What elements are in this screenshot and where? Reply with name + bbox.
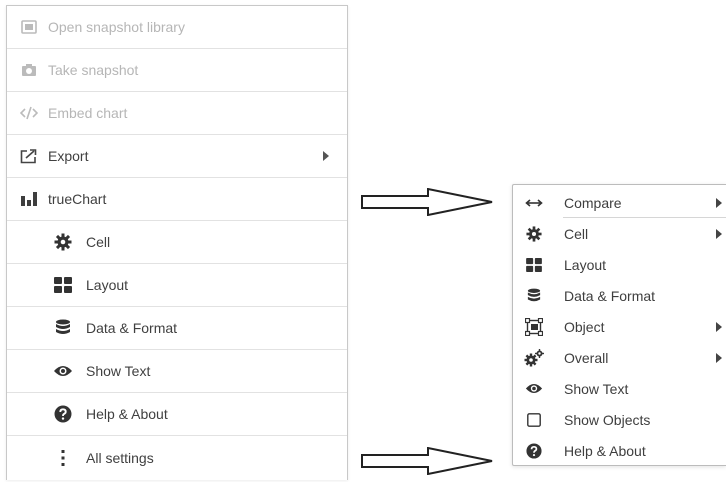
menu-item-label: Overall bbox=[564, 349, 609, 366]
truechart-item[interactable]: trueChart bbox=[7, 178, 347, 221]
gear-icon bbox=[53, 232, 73, 252]
menu-item-label: Layout bbox=[86, 277, 129, 293]
arrow-right-icon bbox=[361, 447, 493, 475]
overall-item[interactable]: Overall bbox=[513, 342, 726, 373]
layout-item[interactable]: Layout bbox=[513, 249, 726, 280]
grid-icon bbox=[53, 275, 73, 295]
menu-item-label: Export bbox=[48, 148, 89, 164]
truechart-submenu: Compare Cell Layout Data & Format Object… bbox=[512, 184, 726, 466]
arrows-horizontal-icon bbox=[524, 193, 544, 213]
menu-item-label: Layout bbox=[564, 256, 607, 273]
chevron-right-icon bbox=[716, 321, 722, 332]
menu-item-label: Embed chart bbox=[48, 105, 128, 121]
data-format-item[interactable]: Data & Format bbox=[513, 280, 726, 311]
help-icon bbox=[53, 404, 73, 424]
menu-item-label: Object bbox=[564, 318, 605, 335]
database-icon bbox=[524, 286, 544, 306]
camera-icon bbox=[19, 60, 39, 80]
gears-icon bbox=[524, 348, 544, 368]
menu-item-label: Cell bbox=[564, 225, 589, 242]
menu-item-label: Take snapshot bbox=[48, 62, 139, 78]
menu-item-label: Show Text bbox=[564, 380, 629, 397]
object-icon bbox=[524, 317, 544, 337]
database-icon bbox=[53, 318, 73, 338]
compare-item[interactable]: Compare bbox=[513, 187, 726, 218]
context-menu: Open snapshot library Take snapshot Embe… bbox=[6, 5, 348, 480]
gear-icon bbox=[524, 224, 544, 244]
snapshot-library-icon bbox=[19, 17, 39, 37]
menu-item-label: Help & About bbox=[564, 442, 646, 459]
layout-item[interactable]: Layout bbox=[7, 264, 347, 307]
chevron-right-icon bbox=[716, 228, 722, 239]
data-format-item[interactable]: Data & Format bbox=[7, 307, 347, 350]
cell-item[interactable]: Cell bbox=[7, 221, 347, 264]
arrow-right-icon bbox=[361, 188, 493, 216]
chevron-right-icon bbox=[323, 151, 329, 161]
code-icon bbox=[19, 103, 39, 123]
menu-item-label: Open snapshot library bbox=[48, 19, 185, 35]
cell-item[interactable]: Cell bbox=[513, 218, 726, 249]
show-text-item[interactable]: Show Text bbox=[513, 373, 726, 404]
menu-item-label: Help & About bbox=[86, 406, 168, 422]
help-about-item[interactable]: Help & About bbox=[7, 393, 347, 436]
chevron-right-icon bbox=[716, 197, 722, 208]
help-about-item[interactable]: Help & About bbox=[513, 435, 726, 466]
show-text-item[interactable]: Show Text bbox=[7, 350, 347, 393]
menu-item-label: trueChart bbox=[48, 191, 107, 207]
export-item[interactable]: Export bbox=[7, 135, 347, 178]
open-snapshot-library-item[interactable]: Open snapshot library bbox=[7, 6, 347, 49]
object-item[interactable]: Object bbox=[513, 311, 726, 342]
menu-item-label: Data & Format bbox=[564, 287, 656, 304]
eye-icon bbox=[524, 379, 544, 399]
export-icon bbox=[19, 146, 39, 166]
embed-chart-item[interactable]: Embed chart bbox=[7, 92, 347, 135]
all-settings-item[interactable]: All settings bbox=[7, 436, 347, 479]
menu-item-label: Show Text bbox=[86, 363, 151, 379]
menu-item-label: Data & Format bbox=[86, 320, 178, 336]
grid-icon bbox=[524, 255, 544, 275]
help-icon bbox=[524, 441, 544, 461]
eye-icon bbox=[53, 361, 73, 381]
menu-item-label: Compare bbox=[564, 194, 622, 211]
more-vertical-icon bbox=[53, 448, 73, 468]
menu-item-label: Show Objects bbox=[564, 411, 651, 428]
menu-item-label: All settings bbox=[86, 449, 154, 466]
bar-chart-icon bbox=[19, 189, 39, 209]
chevron-right-icon bbox=[716, 352, 722, 363]
menu-item-label: Cell bbox=[86, 234, 111, 250]
checkbox-icon bbox=[524, 410, 544, 430]
take-snapshot-item[interactable]: Take snapshot bbox=[7, 49, 347, 92]
show-objects-item[interactable]: Show Objects bbox=[513, 404, 726, 435]
